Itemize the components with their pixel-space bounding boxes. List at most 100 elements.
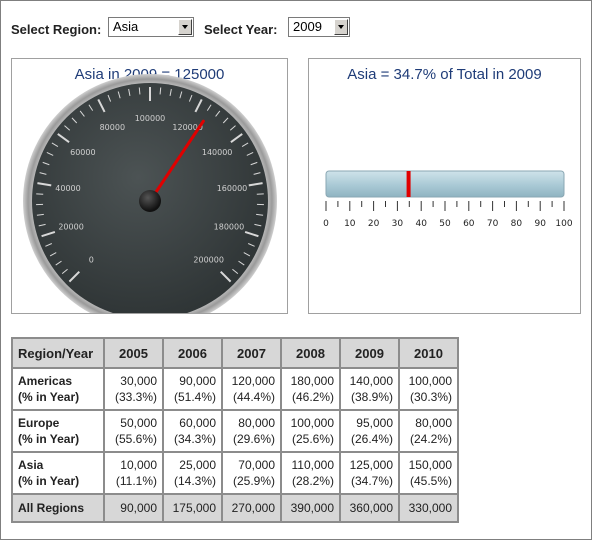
table-cell: 100,000 (30.3%) [398,367,459,411]
year-label: Select Year: [204,22,278,37]
region-select-value: Asia [113,19,139,34]
percent-caption: (% in Year) [18,474,80,488]
linear-tick-label: 60 [463,219,475,229]
gauge-tick-label: 40000 [55,184,80,193]
total-cell: 330,000 [398,493,459,523]
total-cell: 270,000 [221,493,282,523]
year-select[interactable]: 2009 [288,17,350,37]
angular-gauge: 0200004000060000800001000001200001400001… [23,74,277,313]
cell-percent: (26.4%) [350,432,393,446]
year-header: 2009 [339,337,400,369]
row-header: Asia (% in Year) [11,451,105,495]
cell-percent: (34.7%) [350,474,393,488]
gauge-tick-label: 20000 [58,223,83,232]
table-cell: 30,000 (33.3%) [103,367,164,411]
table-cell: 80,000 (24.2%) [398,409,459,453]
gauge-tick-label: 200000 [193,256,224,265]
cell-value: 60,000 [179,416,216,430]
total-cell: 360,000 [339,493,400,523]
cell-value: 140,000 [349,374,393,388]
linear-tick-label: 50 [439,219,451,229]
cell-percent: (25.6%) [291,432,334,446]
linear-tick-label: 30 [392,219,404,229]
gauge-tick-label: 180000 [214,223,245,232]
table-cell: 50,000 (55.6%) [103,409,164,453]
linear-tick-label: 40 [415,219,427,229]
gauge-tick-label: 60000 [70,148,95,157]
total-row: All Regions 90,000 175,000 270,000 390,000 36… [11,493,459,523]
cell-value: 70,000 [238,458,275,472]
linear-gauge: 0 10 20 30 40 50 60 70 80 90 100 [323,170,573,229]
total-cell: 175,000 [162,493,223,523]
linear-gauge-marker [406,171,411,197]
cell-value: 110,000 [291,458,335,472]
cell-percent: (30.3%) [409,390,452,404]
table-row: Asia (% in Year) 10,000 (11.1%) 25,000 (14.3%… [11,451,459,495]
cell-value: 25,000 [179,458,216,472]
cell-value: 95,000 [356,416,393,430]
cell-value: 10,000 [120,458,157,472]
cell-percent: (28.2%) [291,474,334,488]
gauge-hub [139,190,161,212]
table-cell: 80,000 (29.6%) [221,409,282,453]
cell-percent: (55.6%) [114,432,157,446]
linear-tick-label: 0 [323,219,329,229]
cell-percent: (25.9%) [232,474,275,488]
table-cell: 120,000 (44.4%) [221,367,282,411]
cell-percent: (38.9%) [350,390,393,404]
table-row: Americas (% in Year) 30,000 (33.3%) 90,000 (5… [11,367,459,411]
cell-percent: (14.3%) [173,474,216,488]
total-row-header: All Regions [11,493,105,523]
gauge-panel: Asia in 2009 = 125000 020000400006000080… [11,58,288,314]
year-header: 2007 [221,337,282,369]
table-cell: 100,000 (25.6%) [280,409,341,453]
linear-tick-label: 80 [511,219,523,229]
cell-percent: (33.3%) [114,390,157,404]
table-cell: 60,000 (34.3%) [162,409,223,453]
year-header: 2006 [162,337,223,369]
row-header: Europe (% in Year) [11,409,105,453]
region-name: Asia [18,458,44,472]
table-cell: 180,000 (46.2%) [280,367,341,411]
table-cell: 10,000 (11.1%) [103,451,164,495]
cell-percent: (44.4%) [232,390,275,404]
cell-value: 125,000 [349,458,393,472]
cell-percent: (45.5%) [409,474,452,488]
table-cell: 70,000 (25.9%) [221,451,282,495]
table-cell: 140,000 (38.9%) [339,367,400,411]
table-cell: 25,000 (14.3%) [162,451,223,495]
table-cell: 125,000 (34.7%) [339,451,400,495]
chevron-down-icon[interactable] [178,19,192,35]
year-header: 2010 [398,337,459,369]
table-cell: 150,000 (45.5%) [398,451,459,495]
linear-tick-label: 20 [368,219,380,229]
row-header: Americas (% in Year) [11,367,105,411]
table-corner-header: Region/Year [11,337,105,369]
cell-percent: (11.1%) [115,474,157,488]
year-header: 2008 [280,337,341,369]
cell-percent: (34.3%) [173,432,216,446]
linear-tick-label: 100 [555,219,572,229]
linear-tick-label: 90 [534,219,546,229]
gauge-minor-tick [159,87,162,95]
region-label: Select Region: [11,22,102,37]
chevron-down-icon[interactable] [334,19,348,35]
table-row: Europe (% in Year) 50,000 (55.6%) 60,000 (34.… [11,409,459,453]
region-year-table: Region/Year 2005 2006 2007 2008 2009 2010 Ame… [11,337,459,523]
cell-value: 100,000 [408,374,452,388]
table-cell: 95,000 (26.4%) [339,409,400,453]
region-select[interactable]: Asia [108,17,194,37]
cell-value: 150,000 [408,458,452,472]
gauge-tick-label: 0 [89,256,94,265]
linear-tick-label: 10 [344,219,356,229]
year-header: 2005 [103,337,164,369]
cell-value: 120,000 [231,374,275,388]
table-header-row: Region/Year 2005 2006 2007 2008 2009 2010 [11,337,459,369]
cell-value: 90,000 [179,374,216,388]
region-name: Europe [18,416,60,430]
linear-gauge-bar [325,170,565,198]
year-select-value: 2009 [293,19,322,34]
cell-value: 80,000 [415,416,452,430]
cell-percent: (24.2%) [409,432,452,446]
cell-percent: (29.6%) [232,432,275,446]
